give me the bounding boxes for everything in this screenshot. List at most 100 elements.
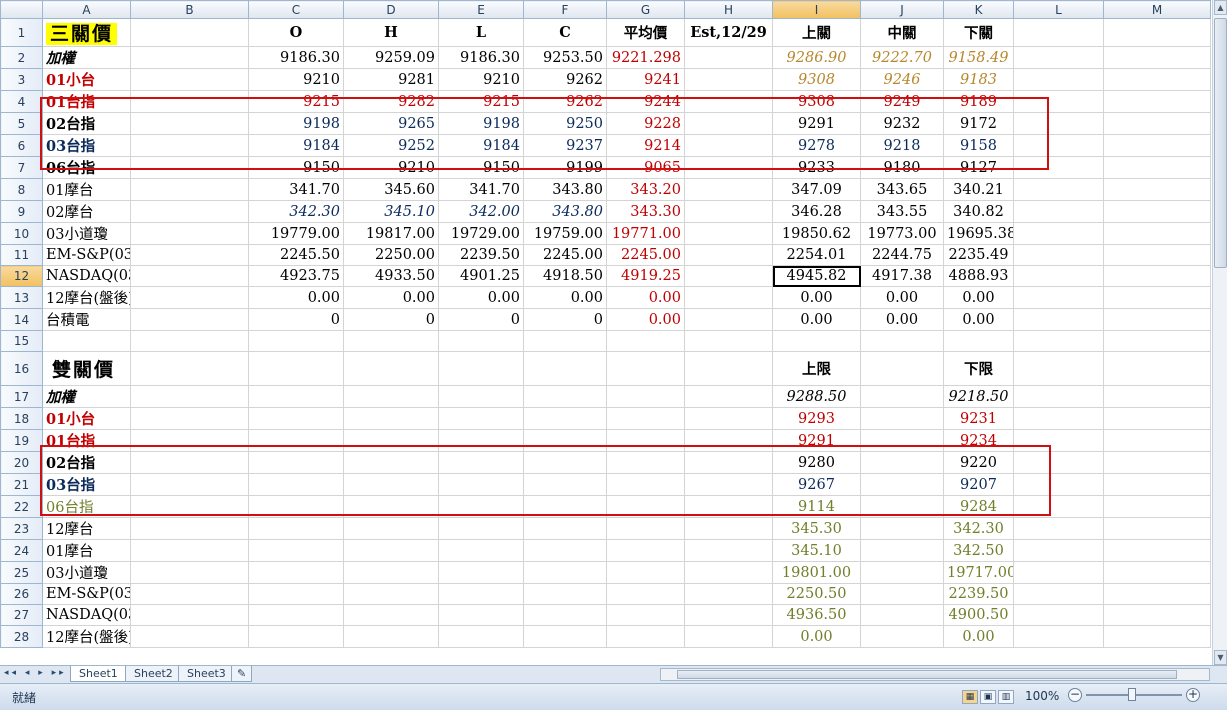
cell-g28[interactable] (606, 625, 685, 648)
column-header-f[interactable]: F (523, 0, 607, 19)
cell-j22[interactable] (860, 495, 944, 518)
cell-c9[interactable]: 342.30 (248, 200, 344, 223)
cell-c17[interactable] (248, 385, 344, 408)
cell-k5[interactable]: 9172 (943, 112, 1014, 135)
cell-c2[interactable]: 9186.30 (248, 46, 344, 69)
cell-b19[interactable] (130, 429, 249, 452)
cell-j4[interactable]: 9249 (860, 90, 944, 113)
cell-g6[interactable]: 9214 (606, 134, 685, 157)
cell-e4[interactable]: 9215 (438, 90, 524, 113)
cell-g25[interactable] (606, 561, 685, 584)
cell-j24[interactable] (860, 539, 944, 562)
cell-g24[interactable] (606, 539, 685, 562)
cell-f27[interactable] (523, 604, 607, 626)
cell-k8[interactable]: 340.21 (943, 178, 1014, 201)
row-header-26[interactable]: 26 (0, 583, 43, 605)
horizontal-scroll-thumb[interactable] (677, 670, 1177, 679)
cell-d23[interactable] (343, 517, 439, 540)
cell-k28[interactable]: 0.00 (943, 625, 1014, 648)
cell-d26[interactable] (343, 583, 439, 605)
select-all-corner[interactable] (0, 0, 43, 19)
cell-i15[interactable] (772, 330, 861, 352)
cell-j23[interactable] (860, 517, 944, 540)
cell-l19[interactable] (1013, 429, 1104, 452)
cell-b18[interactable] (130, 407, 249, 430)
cell-l5[interactable] (1013, 112, 1104, 135)
cell-m1[interactable] (1103, 18, 1211, 47)
cell-f24[interactable] (523, 539, 607, 562)
cell-b27[interactable] (130, 604, 249, 626)
cell-g15[interactable] (606, 330, 685, 352)
cell-i14[interactable]: 0.00 (772, 308, 861, 331)
cell-d16[interactable] (343, 351, 439, 386)
cell-b3[interactable] (130, 68, 249, 91)
cell-c20[interactable] (248, 451, 344, 474)
cell-m23[interactable] (1103, 517, 1211, 540)
cell-m19[interactable] (1103, 429, 1211, 452)
cell-c27[interactable] (248, 604, 344, 626)
cell-i3[interactable]: 9308 (772, 68, 861, 91)
cell-e15[interactable] (438, 330, 524, 352)
horizontal-scrollbar[interactable] (660, 668, 1210, 681)
column-header-c[interactable]: C (248, 0, 344, 19)
cell-i8[interactable]: 347.09 (772, 178, 861, 201)
cell-a24[interactable]: 01摩台 (42, 539, 131, 562)
cell-j3[interactable]: 9246 (860, 68, 944, 91)
cell-i21[interactable]: 9267 (772, 473, 861, 496)
row-header-2[interactable]: 2 (0, 46, 43, 69)
row-header-18[interactable]: 18 (0, 407, 43, 430)
zoom-slider-knob[interactable] (1128, 688, 1136, 701)
cell-h22[interactable] (684, 495, 773, 518)
cell-a26[interactable]: EM-S&P(03) (42, 583, 131, 605)
cell-a9[interactable]: 02摩台 (42, 200, 131, 223)
cell-l6[interactable] (1013, 134, 1104, 157)
cell-g1[interactable]: 平均價 (606, 18, 685, 47)
cell-b16[interactable] (130, 351, 249, 386)
cell-c10[interactable]: 19779.00 (248, 222, 344, 245)
cell-h27[interactable] (684, 604, 773, 626)
cell-d21[interactable] (343, 473, 439, 496)
cell-k13[interactable]: 0.00 (943, 286, 1014, 309)
cell-a1[interactable]: 三關價 (42, 18, 131, 47)
cell-k17[interactable]: 9218.50 (943, 385, 1014, 408)
cell-g18[interactable] (606, 407, 685, 430)
cell-d22[interactable] (343, 495, 439, 518)
cell-i18[interactable]: 9293 (772, 407, 861, 430)
cell-i12[interactable]: 4945.82 (772, 265, 861, 287)
cell-f6[interactable]: 9237 (523, 134, 607, 157)
cell-b5[interactable] (130, 112, 249, 135)
cell-c4[interactable]: 9215 (248, 90, 344, 113)
cell-i5[interactable]: 9291 (772, 112, 861, 135)
cell-d1[interactable]: H (343, 18, 439, 47)
cell-c26[interactable] (248, 583, 344, 605)
cell-l20[interactable] (1013, 451, 1104, 474)
cell-g26[interactable] (606, 583, 685, 605)
cell-f4[interactable]: 9262 (523, 90, 607, 113)
cell-m3[interactable] (1103, 68, 1211, 91)
cell-m4[interactable] (1103, 90, 1211, 113)
zoom-out-icon[interactable]: − (1068, 688, 1082, 702)
cell-c12[interactable]: 4923.75 (248, 265, 344, 287)
cell-d5[interactable]: 9265 (343, 112, 439, 135)
sheet-nav-arrows-icon[interactable]: ◂◂ ◂ ▸ ▸▸ (4, 668, 67, 678)
row-header-10[interactable]: 10 (0, 222, 43, 245)
cell-e3[interactable]: 9210 (438, 68, 524, 91)
cell-a11[interactable]: EM-S&P(03) (42, 244, 131, 266)
cell-j28[interactable] (860, 625, 944, 648)
tab-sheet3[interactable]: Sheet3 (178, 666, 235, 682)
cell-d19[interactable] (343, 429, 439, 452)
cell-e7[interactable]: 9150 (438, 156, 524, 179)
cell-c6[interactable]: 9184 (248, 134, 344, 157)
cell-f26[interactable] (523, 583, 607, 605)
cell-i17[interactable]: 9288.50 (772, 385, 861, 408)
cell-b24[interactable] (130, 539, 249, 562)
row-header-11[interactable]: 11 (0, 244, 43, 266)
cell-b1[interactable] (130, 18, 249, 47)
cell-k11[interactable]: 2235.49 (943, 244, 1014, 266)
cell-k20[interactable]: 9220 (943, 451, 1014, 474)
cell-b10[interactable] (130, 222, 249, 245)
cell-e17[interactable] (438, 385, 524, 408)
cell-h23[interactable] (684, 517, 773, 540)
row-header-20[interactable]: 20 (0, 451, 43, 474)
cell-h8[interactable] (684, 178, 773, 201)
